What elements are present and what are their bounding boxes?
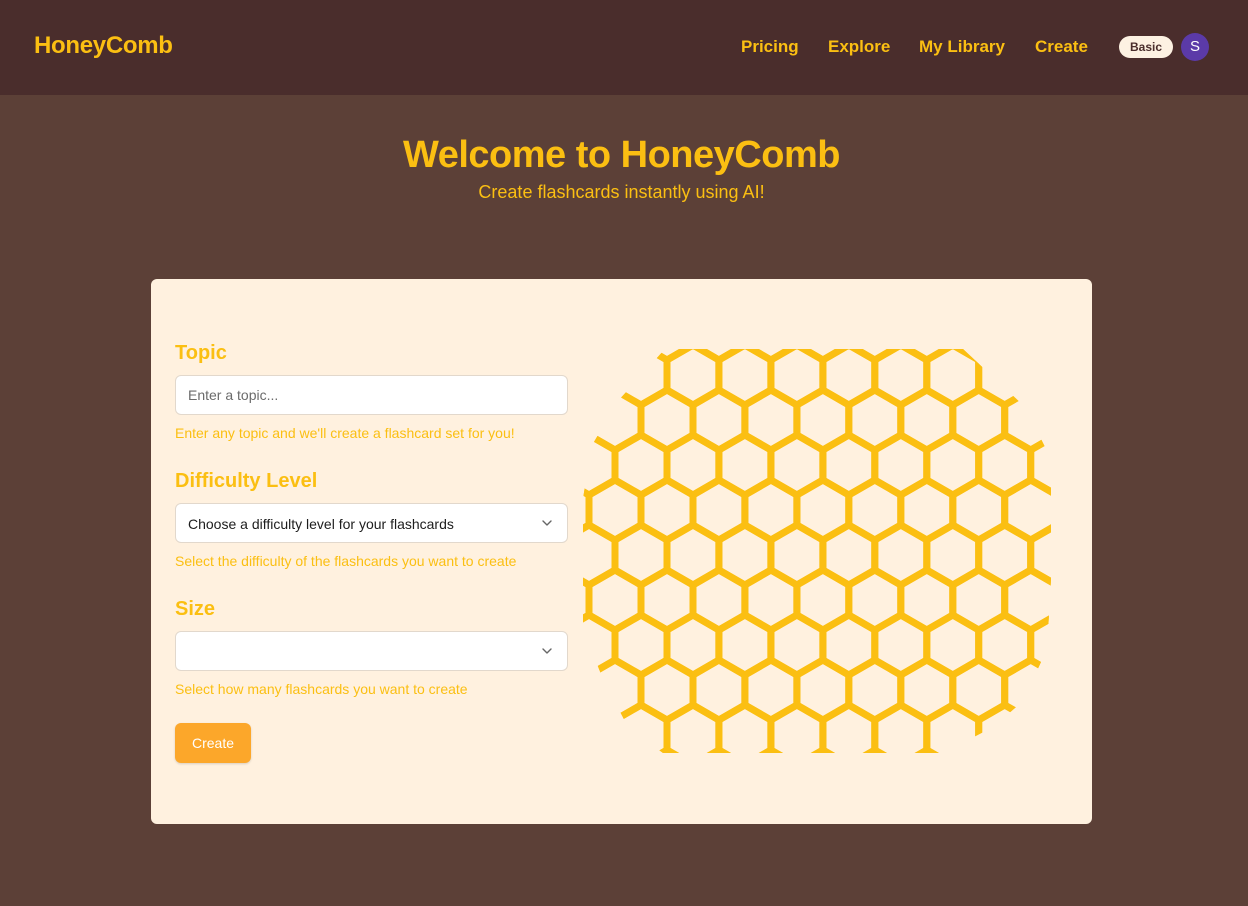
honeycomb-cell <box>741 745 801 753</box>
honeycomb-cell <box>1001 655 1051 725</box>
honeycomb-cell <box>1001 745 1051 753</box>
size-helper-text: Select how many flashcards you want to c… <box>175 681 468 697</box>
difficulty-selected-value: Choose a difficulty level for your flash… <box>188 516 454 532</box>
create-flashcards-card: Topic Enter any topic and we'll create a… <box>151 279 1092 824</box>
page-title: Welcome to HoneyComb <box>403 134 840 176</box>
nav-create[interactable]: Create <box>1035 37 1088 57</box>
honeycomb-cell <box>949 745 1009 753</box>
honeycomb-cell <box>845 745 905 753</box>
honeycomb-cell <box>583 745 593 753</box>
topic-label: Topic <box>175 342 227 364</box>
nav-pricing[interactable]: Pricing <box>741 37 799 57</box>
honeycomb-cell <box>819 700 879 753</box>
honeycomb-cell <box>663 700 723 753</box>
difficulty-helper-text: Select the difficulty of the flashcards … <box>175 553 517 569</box>
page-subtitle: Create flashcards instantly using AI! <box>478 182 765 202</box>
honeycomb-cell <box>583 655 593 725</box>
honeycomb-cell <box>1001 349 1051 365</box>
topic-input[interactable] <box>175 375 568 415</box>
honeycomb-cell <box>585 745 645 753</box>
honeycomb-cell <box>1027 349 1051 410</box>
plan-badge: Basic <box>1119 36 1173 58</box>
honeycomb-cell <box>1027 610 1051 680</box>
brand-logo[interactable]: HoneyComb <box>34 32 173 60</box>
honeycomb-cell <box>793 745 853 753</box>
honeycomb-cell <box>923 700 983 753</box>
honeycomb-illustration <box>583 349 1051 753</box>
honeycomb-cell <box>583 349 593 365</box>
honeycomb-cell <box>585 349 645 365</box>
chevron-down-icon <box>542 520 552 526</box>
difficulty-label: Difficulty Level <box>175 470 318 492</box>
honeycomb-cell <box>897 745 957 753</box>
honeycomb-cell <box>975 700 1035 753</box>
honeycomb-cell <box>871 700 931 753</box>
honeycomb-cell <box>583 385 593 455</box>
top-navbar: HoneyComb Pricing Explore My Library Cre… <box>0 0 1248 95</box>
size-select[interactable] <box>175 631 568 671</box>
honeycomb-cell <box>767 700 827 753</box>
create-button[interactable]: Create <box>175 723 251 763</box>
honeycomb-cell <box>637 745 697 753</box>
honeycomb-cell <box>611 700 671 753</box>
user-avatar[interactable]: S <box>1181 33 1209 61</box>
chevron-down-icon <box>542 648 552 654</box>
difficulty-select[interactable]: Choose a difficulty level for your flash… <box>175 503 568 543</box>
topic-helper-text: Enter any topic and we'll create a flash… <box>175 425 515 441</box>
honeycomb-cell <box>715 700 775 753</box>
honeycomb-cell <box>583 700 619 753</box>
nav-my-library[interactable]: My Library <box>919 37 1005 57</box>
honeycomb-cell <box>1027 700 1051 753</box>
nav-explore[interactable]: Explore <box>828 37 890 57</box>
honeycomb-cell <box>583 349 619 410</box>
honeycomb-cell <box>689 745 749 753</box>
size-label: Size <box>175 598 216 620</box>
